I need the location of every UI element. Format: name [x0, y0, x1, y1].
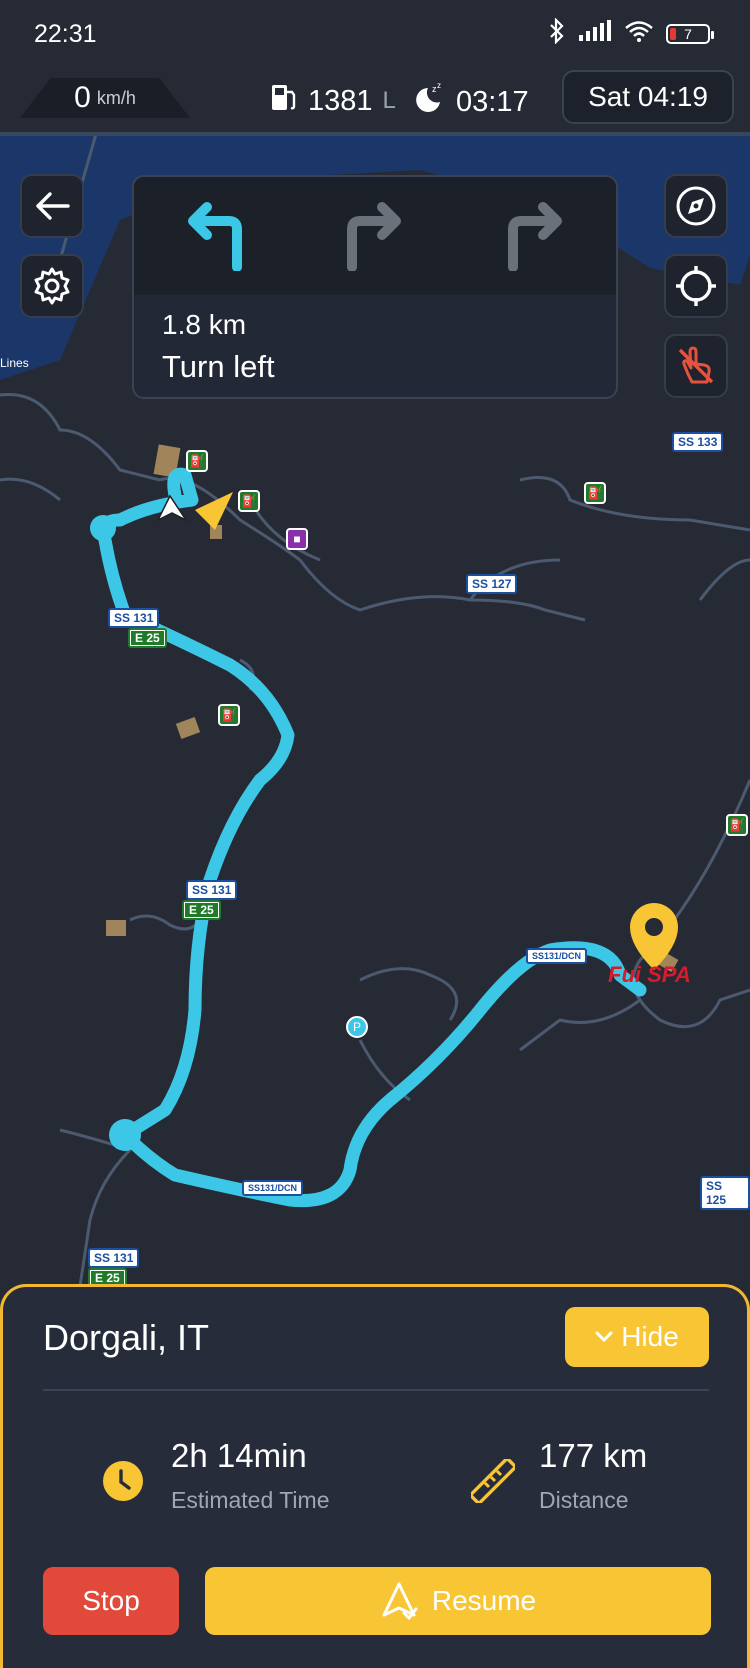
- estimated-time-label: Estimated Time: [171, 1487, 330, 1513]
- crosshair-icon: [676, 266, 716, 306]
- route-summary-sheet: Dorgali, IT Hide 2h 14min Estimated Time…: [0, 1284, 750, 1668]
- maneuver-instruction: Turn left: [162, 349, 275, 384]
- back-arrow-icon: [36, 192, 70, 220]
- status-time: 22:31: [34, 20, 97, 48]
- gesture-toggle-button[interactable]: [664, 334, 728, 398]
- fuel-station-icon[interactable]: ⛽: [726, 814, 748, 836]
- fuel-pump-icon: [270, 82, 298, 120]
- gear-icon: [34, 267, 70, 305]
- road-shield-ss131dcn: SS131/DCN: [526, 948, 588, 964]
- speedometer: 0 km/h: [20, 78, 190, 118]
- navigation-arrow-icon: [382, 1582, 418, 1621]
- clock-icon: [101, 1459, 145, 1508]
- clock-display: Sat 04:19: [562, 70, 734, 124]
- turn-left-arrow-icon: [188, 202, 243, 271]
- status-bar: 22:31 7: [0, 0, 750, 70]
- info-bar: 0 km/h 1381 L zz 03:17 Sat 04:19: [0, 70, 750, 136]
- settings-button[interactable]: [20, 254, 84, 318]
- camera-icon[interactable]: ■: [286, 528, 308, 550]
- fuel-station-icon[interactable]: ⛽: [186, 450, 208, 472]
- rest-time-value: 03:17: [456, 85, 529, 118]
- fuel-station-icon[interactable]: ⛽: [218, 704, 240, 726]
- road-shield-ss127: SS 127: [466, 574, 518, 594]
- rest-timer: zz 03:17: [412, 81, 529, 122]
- route-line: [96, 467, 647, 1208]
- distance-label: Distance: [539, 1487, 629, 1513]
- road-shield-e25: E 25: [182, 900, 221, 920]
- signal-icon: [578, 20, 612, 47]
- road-shield-ss131dcn: SS131/DCN: [242, 1180, 304, 1196]
- fuel-station-icon[interactable]: ⛽: [584, 482, 606, 504]
- touch-disabled-icon: [678, 346, 714, 384]
- compass-icon: [676, 186, 716, 226]
- chevron-down-icon: [595, 1331, 613, 1343]
- speed-unit: km/h: [96, 87, 136, 108]
- brand-logo: Fui SPA: [608, 962, 691, 987]
- compass-button[interactable]: [664, 174, 728, 238]
- distance-value: 177 km: [539, 1437, 648, 1474]
- hide-button[interactable]: Hide: [565, 1307, 709, 1367]
- road-shield-ss131: SS 131: [108, 608, 160, 628]
- battery-level: 7: [684, 25, 692, 42]
- road-shield-e25: E 25: [128, 628, 167, 648]
- battery-icon: 7: [666, 23, 714, 44]
- turn-right-arrow-icon: [346, 202, 401, 271]
- road-shield-ss131: SS 131: [186, 880, 238, 900]
- turn-right-arrow-icon: [507, 202, 562, 271]
- lane-guidance: [134, 177, 616, 295]
- road-shield-ss133: SS 133: [672, 432, 724, 452]
- fuel-indicator: 1381 L: [270, 82, 396, 120]
- stop-button[interactable]: Stop: [43, 1567, 179, 1635]
- resume-button[interactable]: Resume: [205, 1567, 711, 1635]
- ruler-icon: [469, 1457, 517, 1508]
- resume-label: Resume: [431, 1585, 537, 1616]
- maneuver-distance: 1.8 km: [162, 309, 247, 340]
- recenter-button[interactable]: [664, 254, 728, 318]
- fuel-station-icon[interactable]: ⛽: [238, 490, 260, 512]
- hide-label: Hide: [621, 1321, 679, 1352]
- status-icons: 7: [548, 17, 714, 49]
- estimated-time: 2h 14min Estimated Time: [171, 1437, 330, 1514]
- destination-name: Dorgali, IT: [43, 1317, 210, 1358]
- road-shield-ss131: SS 131: [88, 1248, 140, 1268]
- fuel-unit: L: [382, 87, 396, 114]
- fuel-value: 1381: [308, 84, 373, 117]
- wifi-icon: [624, 20, 654, 47]
- road-shield-ss125: SS 125: [700, 1176, 750, 1210]
- bluetooth-icon: [548, 17, 566, 49]
- turn-instruction-card: 1.8 km Turn left: [132, 175, 618, 399]
- estimated-time-value: 2h 14min: [171, 1437, 307, 1474]
- svg-text:z: z: [437, 82, 441, 90]
- divider: [43, 1389, 709, 1391]
- back-button[interactable]: [20, 174, 84, 238]
- distance: 177 km Distance: [539, 1437, 647, 1514]
- parking-icon[interactable]: P: [346, 1016, 368, 1038]
- speed-value: 0: [74, 81, 91, 114]
- map-label-left: Lines: [0, 356, 29, 370]
- sleep-moon-icon: zz: [412, 81, 446, 122]
